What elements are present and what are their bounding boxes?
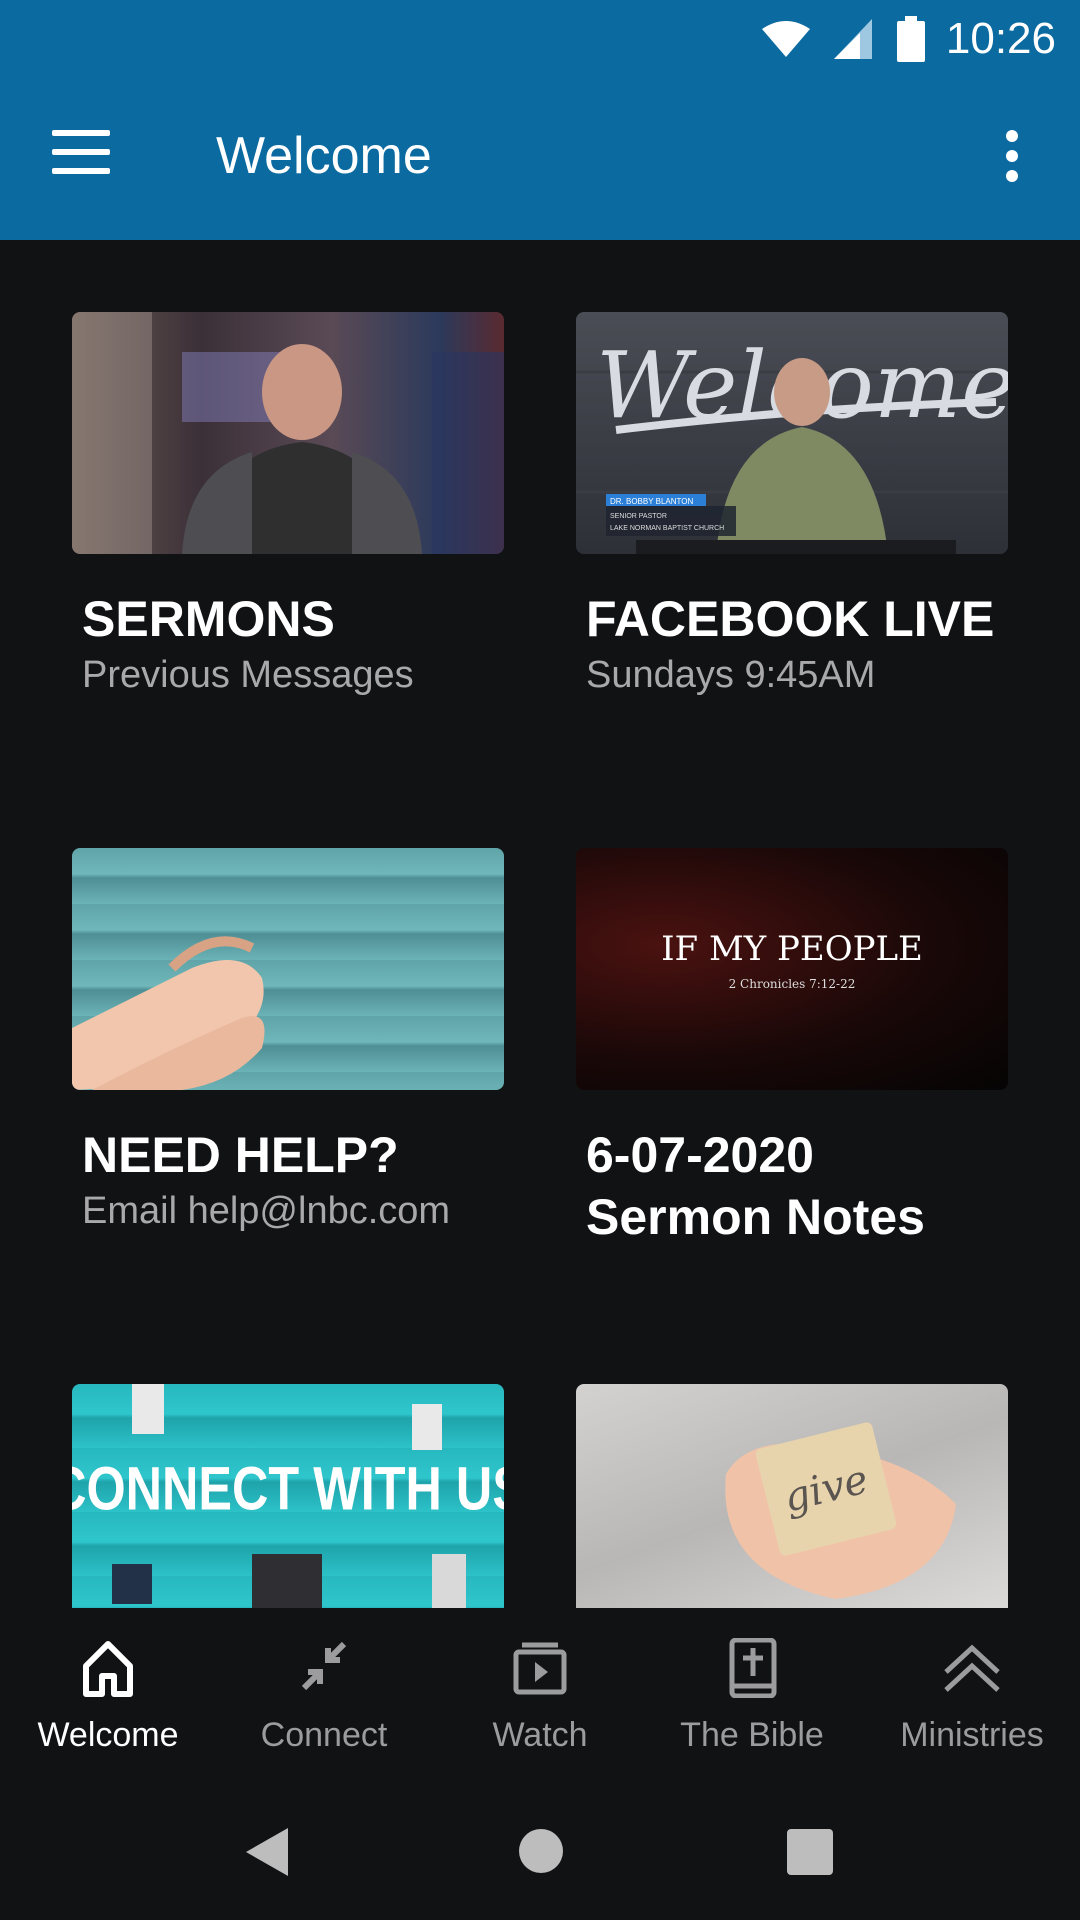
compress-arrows-icon [301,1641,347,1691]
back-icon[interactable] [244,1826,290,1878]
double-chevron-up-icon [944,1644,1000,1692]
need-help-image [72,848,504,1090]
verse-text: 2 Chronicles 7:12-22 [729,977,856,991]
status-time: 10:26 [945,14,1056,63]
sermon-notes-image: IF MY PEOPLE 2 Chronicles 7:12-22 [576,848,1008,1090]
nav-label: Watch [492,1716,588,1754]
card-title: 6-07-2020 Sermon Notes [586,1127,925,1245]
card-sermons[interactable]: SERMONS Previous Messages [72,312,504,697]
card-sermon-notes[interactable]: IF MY PEOPLE 2 Chronicles 7:12-22 6-07-2… [576,848,1008,1248]
home-button-icon[interactable] [518,1828,564,1874]
card-subtitle: Sundays 9:45AM [586,654,876,696]
bible-icon [729,1638,777,1698]
nav-welcome[interactable]: Welcome [8,1638,208,1755]
nav-connect[interactable]: Connect [224,1638,424,1755]
card-connect[interactable]: CONNECT WITH US [72,1384,504,1608]
card-title: NEED HELP? [82,1127,399,1183]
card-subtitle: Previous Messages [82,654,414,696]
sermons-image [72,312,504,554]
page-title: Welcome [216,127,432,185]
nav-the-bible[interactable]: The Bible [652,1638,852,1755]
battery-icon [896,16,925,62]
card-facebook-live[interactable]: Welcome DR. BOBBY BLANTON SENIOR PASTOR … [576,312,1008,697]
home-icon [83,1641,133,1697]
nav-label: The Bible [680,1716,824,1754]
nav-label: Ministries [900,1716,1044,1754]
nav-label: Welcome [37,1716,179,1754]
give-image: give [576,1384,1008,1608]
menu-button[interactable] [52,130,112,174]
recents-icon[interactable] [786,1828,834,1876]
card-title: SERMONS [82,591,335,647]
wifi-icon [761,21,810,57]
video-library-icon [513,1642,567,1695]
nav-watch[interactable]: Watch [440,1638,640,1755]
church-name-text: LAKE NORMAN BAPTIST CHURCH [610,525,724,532]
bottom-navigation: Welcome Connect Watch The Bible Ministri… [0,1608,1080,1788]
cellular-signal-icon [833,19,872,59]
pastor-name-text: DR. BOBBY BLANTON [610,497,694,506]
connect-image: CONNECT WITH US [72,1384,504,1608]
card-title: FACEBOOK LIVE [586,591,995,647]
facebook-live-image: Welcome DR. BOBBY BLANTON SENIOR PASTOR … [576,312,1008,554]
card-need-help[interactable]: NEED HELP? Email help@lnbc.com [72,848,504,1233]
card-subtitle: Email help@lnbc.com [82,1190,451,1232]
headline-text: IF MY PEOPLE [661,929,923,969]
more-options-button[interactable] [998,130,1030,182]
status-bar: 10:26 [760,14,1056,64]
pastor-role-text: SENIOR PASTOR [610,513,667,520]
card-give[interactable]: give [576,1384,1008,1608]
app-bar: 10:26 Welcome [0,0,1080,240]
nav-ministries[interactable]: Ministries [872,1638,1072,1755]
connect-overlay-text: CONNECT WITH US [72,1454,504,1523]
nav-label: Connect [260,1716,388,1754]
system-navigation-bar [0,1788,1080,1920]
